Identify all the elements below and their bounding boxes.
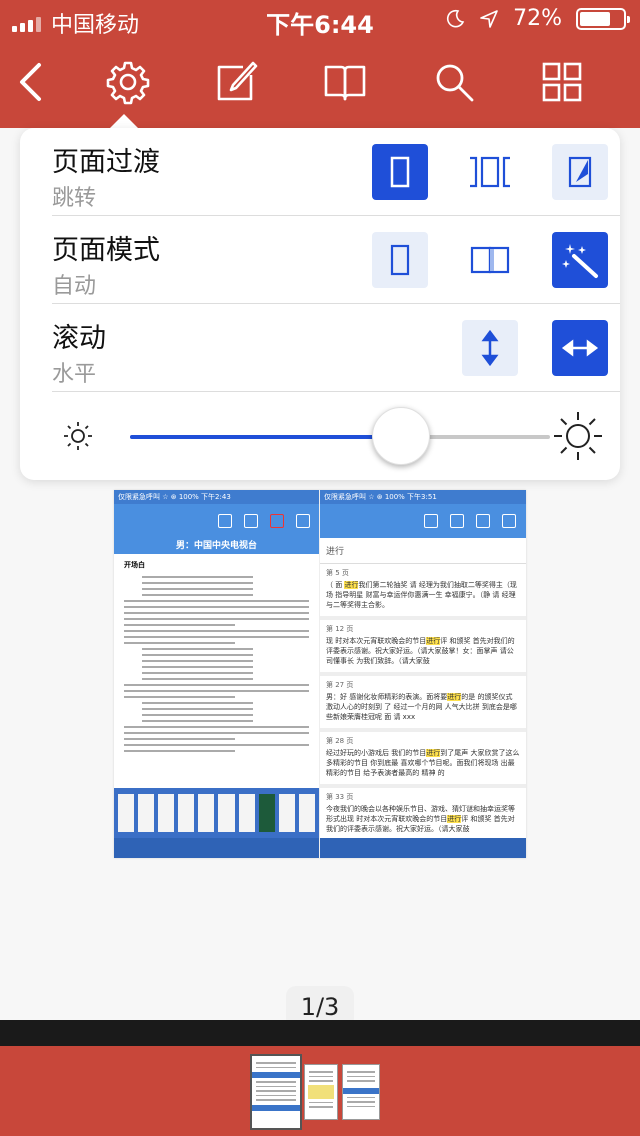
scroll-title: 滚动 xyxy=(52,323,106,354)
gear-icon xyxy=(106,61,150,105)
mini-search-icon xyxy=(476,514,490,528)
edit-icon xyxy=(217,61,258,101)
mini-book-icon xyxy=(450,514,464,528)
left-screenshot: 仅限紧急呼叫 ☆ ⊛ 100% 下午2:43 男：中国中央电视台 开场白 xyxy=(114,490,319,858)
mini-thumbnail-strip xyxy=(114,788,319,838)
transition-curl-option[interactable] xyxy=(552,144,608,200)
scroll-row: 滚动 水平 xyxy=(52,304,620,392)
reading-mode-button[interactable] xyxy=(317,54,373,110)
search-result-page: 第 33 页 xyxy=(326,793,354,801)
toolbar xyxy=(0,40,640,128)
brightness-fill xyxy=(130,435,401,439)
mini-document-text: 开场白 xyxy=(114,554,319,762)
transition-scroll-option[interactable] xyxy=(462,144,518,200)
status-bar: 中国移动 下午6:44 72% xyxy=(0,0,640,40)
search-result-text: 经过好玩的小游戏后 我们的节目进行到了尾声 大家欣赏了这么多精彩的节目 你到底最… xyxy=(326,749,520,777)
search-result-page: 第 5 页 xyxy=(326,569,349,577)
brightness-control xyxy=(52,392,604,480)
search-result-item: 第 27 页男：好 感谢化妆师精彩的表演。面将要进行的是 的颁奖仪式 激动人心的… xyxy=(320,676,526,732)
thumbnails-button[interactable] xyxy=(534,54,590,110)
magic-wand-icon xyxy=(562,244,598,278)
mini-search-results: 第 5 页 （ 面 进行我们第二轮抽奖 请 经理为我们抽取二等奖得主（现场 指导明… xyxy=(320,564,526,844)
mini-toolbar xyxy=(320,504,526,538)
battery-icon xyxy=(576,7,630,30)
mini-grid-icon xyxy=(502,514,516,528)
scroll-value: 水平 xyxy=(52,362,97,387)
single-page-icon xyxy=(390,244,410,276)
search-highlight: 进行 xyxy=(447,815,462,823)
page-thumbnail[interactable] xyxy=(250,1054,302,1130)
mini-book-icon xyxy=(244,514,258,528)
search-result-text: 男：好 感谢化妆师精彩的表演。面将要进行的是 的颁奖仪式 激动人心的时刻到 了 … xyxy=(326,693,517,721)
page-curl-icon xyxy=(568,156,592,188)
brightness-high-icon xyxy=(554,412,602,460)
settings-popover: 页面过渡 跳转 页面模式 自动 滚动 水平 xyxy=(20,128,620,480)
mini-nav-bar xyxy=(320,838,526,858)
continuous-pages-icon xyxy=(470,156,510,188)
mini-search-icon xyxy=(270,514,284,528)
mini-header: 男：中国中央电视台 xyxy=(114,538,319,554)
search-result-text: 今夜我们的晚会以各种娱乐节目、游戏、猜灯谜和抽幸运奖等形式出现 时对本次元宵联欢… xyxy=(326,805,515,833)
search-result-text: （ 面 进行我们第二轮抽奖 请 经理为我们抽取二等奖得主（现场 指导明星 财富与… xyxy=(326,581,517,609)
search-highlight: 进行 xyxy=(426,749,441,757)
mini-edit-icon xyxy=(218,514,232,528)
brightness-slider[interactable] xyxy=(130,435,550,439)
battery-percent: 72% xyxy=(513,6,562,31)
right-screenshot: 仅限紧急呼叫 ☆ ⊛ 100% 下午3:51 进行 第 5 页 （ 面 进行我们第… xyxy=(319,490,526,858)
search-button[interactable] xyxy=(426,54,482,110)
book-icon xyxy=(324,65,366,101)
transition-jump-option[interactable] xyxy=(372,144,428,200)
page-mode-double-option[interactable] xyxy=(462,232,518,288)
thumbnail-bar xyxy=(0,1046,640,1136)
search-highlight: 进行 xyxy=(447,693,462,701)
scroll-vertical-option[interactable] xyxy=(462,320,518,376)
transition-row: 页面过渡 跳转 xyxy=(52,128,620,216)
mini-search-term: 进行 xyxy=(320,538,526,564)
search-result-page: 第 27 页 xyxy=(326,681,354,689)
page-mode-row: 页面模式 自动 xyxy=(52,216,620,304)
mini-status-bar: 仅限紧急呼叫 ☆ ⊛ 100% 下午3:51 xyxy=(320,490,526,504)
bottom-divider xyxy=(0,1020,640,1046)
search-icon xyxy=(436,64,474,102)
page-thumbnail[interactable] xyxy=(304,1064,338,1120)
mini-subheading: 开场白 xyxy=(124,561,145,569)
double-page-icon xyxy=(470,246,510,274)
moon-icon xyxy=(447,9,465,27)
search-result-item: 第 28 页经过好玩的小游戏后 我们的节目进行到了尾声 大家欣赏了这么多精彩的节… xyxy=(320,732,526,788)
search-result-page: 第 28 页 xyxy=(326,737,354,745)
page-mode-single-option[interactable] xyxy=(372,232,428,288)
transition-title: 页面过渡 xyxy=(52,147,160,178)
document-page[interactable]: 仅限紧急呼叫 ☆ ⊛ 100% 下午2:43 男：中国中央电视台 开场白 仅限紧… xyxy=(114,490,526,858)
page-thumbnail[interactable] xyxy=(342,1064,380,1120)
annotate-button[interactable] xyxy=(208,54,264,110)
settings-button[interactable] xyxy=(100,54,156,110)
back-button[interactable] xyxy=(4,54,60,110)
search-result-item: 第 12 页现 时对本次元宵联欢晚会的节目进行评 和颁奖 首先对我们的 评委表示… xyxy=(320,620,526,676)
vertical-arrows-icon xyxy=(481,329,499,367)
brightness-low-icon xyxy=(64,422,92,450)
search-result-item: 第 33 页今夜我们的晚会以各种娱乐节目、游戏、猜灯谜和抽幸运奖等形式出现 时对… xyxy=(320,788,526,844)
status-right: 72% xyxy=(445,6,630,31)
mini-status-bar: 仅限紧急呼叫 ☆ ⊛ 100% 下午2:43 xyxy=(114,490,319,504)
back-icon xyxy=(20,63,41,101)
mini-grid-icon xyxy=(296,514,310,528)
search-result-item: 第 5 页 （ 面 进行我们第二轮抽奖 请 经理为我们抽取二等奖得主（现场 指导明… xyxy=(320,564,526,620)
location-icon xyxy=(480,9,498,28)
search-highlight: 进行 xyxy=(426,637,441,645)
page-mode-auto-option[interactable] xyxy=(552,232,608,288)
single-page-icon xyxy=(390,156,410,188)
mini-nav-bar xyxy=(114,838,319,858)
search-result-text: 现 时对本次元宵联欢晚会的节目进行评 和颁奖 首先对我们的 评委表示感谢。祝大家… xyxy=(326,637,515,665)
transition-value: 跳转 xyxy=(52,186,97,211)
grid-icon xyxy=(542,62,582,102)
scroll-horizontal-option[interactable] xyxy=(552,320,608,376)
page-mode-title: 页面模式 xyxy=(52,235,160,266)
brightness-slider-thumb[interactable] xyxy=(371,407,430,465)
mini-toolbar xyxy=(114,504,319,538)
mini-edit-icon xyxy=(424,514,438,528)
search-highlight: 进行 xyxy=(344,581,359,589)
page-mode-value: 自动 xyxy=(52,274,97,299)
search-result-page: 第 12 页 xyxy=(326,625,354,633)
horizontal-arrows-icon xyxy=(561,339,599,357)
